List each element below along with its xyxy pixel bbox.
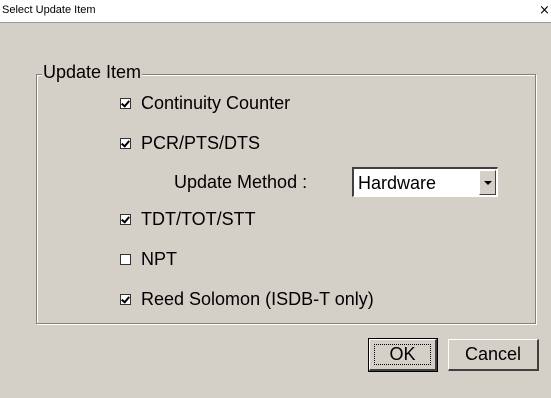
checkbox-label: NPT <box>141 249 177 269</box>
update-method-select[interactable]: Hardware <box>352 167 498 197</box>
checkbox-tdt-tot-stt[interactable]: TDT/TOT/STT <box>120 207 256 231</box>
cancel-button-label: Cancel <box>464 344 522 364</box>
check-icon[interactable] <box>120 137 131 149</box>
checkbox-label: PCR/PTS/DTS <box>141 133 261 153</box>
update-method-label: Update Method : <box>174 172 308 192</box>
checkbox-npt[interactable]: NPT <box>120 247 177 271</box>
close-icon[interactable]: × <box>539 3 551 19</box>
checkbox-label: Reed Solomon (ISDB-T only) <box>141 289 374 309</box>
select-update-item-dialog: Select Update Item × Update Item Continu… <box>0 0 551 398</box>
checkbox-pcr-pts-dts[interactable]: PCR/PTS/DTS <box>120 131 260 155</box>
title-bar[interactable]: Select Update Item × <box>0 0 551 23</box>
update-method-value: Hardware <box>358 173 437 193</box>
group-legend: Update Item <box>42 61 143 83</box>
focus-rect <box>374 344 431 365</box>
checkbox-label: Continuity Counter <box>141 93 291 113</box>
check-icon[interactable] <box>120 293 131 305</box>
chevron-down-icon[interactable] <box>479 170 496 195</box>
checkbox-reed-solomon[interactable]: Reed Solomon (ISDB-T only) <box>120 287 374 311</box>
check-icon[interactable] <box>120 213 131 225</box>
check-icon[interactable] <box>120 97 131 109</box>
cancel-button[interactable]: Cancel <box>448 339 539 371</box>
check-icon[interactable] <box>120 253 131 265</box>
ok-button[interactable]: OK <box>368 338 438 372</box>
checkbox-continuity-counter[interactable]: Continuity Counter <box>120 91 290 115</box>
window-title: Select Update Item <box>2 4 96 16</box>
checkbox-label: TDT/TOT/STT <box>141 209 256 229</box>
